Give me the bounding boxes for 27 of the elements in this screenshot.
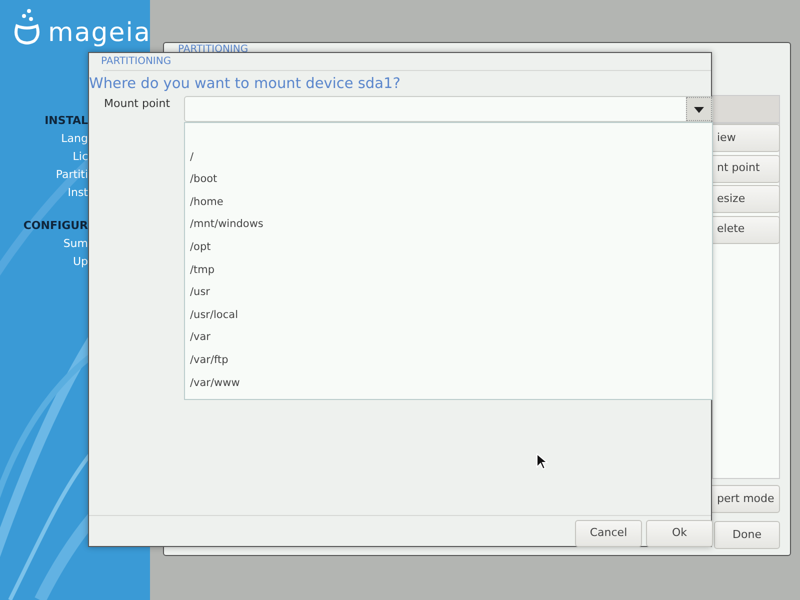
dialog-button[interactable]: Cancel [575, 520, 642, 547]
dropdown-option[interactable]: /var/ftp [185, 348, 712, 372]
dropdown-button[interactable] [686, 97, 712, 121]
dialog-title: PARTITIONING [101, 55, 172, 69]
field-label: Mount point [104, 96, 170, 112]
mouse-pointer-icon [536, 453, 548, 471]
step-item: Sum [62, 236, 88, 252]
caret-icon [694, 107, 704, 113]
step-item: Up [72, 254, 88, 270]
dropdown-option[interactable]: /tmp [185, 258, 712, 282]
logo-icon [12, 6, 42, 46]
logo-text: mageia [48, 20, 150, 46]
dropdown-option[interactable]: /usr [185, 281, 712, 304]
window-title: PARTITIONING [178, 43, 248, 57]
step-item: Partiti [54, 166, 88, 182]
dropdown-option[interactable]: /usr/local [185, 304, 712, 326]
step-item: Inst [66, 184, 88, 200]
section-heading: INSTAL [44, 113, 88, 129]
dropdown-option[interactable]: /var/www [185, 372, 712, 394]
done-button[interactable]: Done [714, 521, 780, 549]
table-header [712, 95, 780, 123]
step-item: Lang [60, 130, 88, 146]
step-item: Lic [72, 148, 88, 164]
section-heading: CONFIGUR [23, 218, 88, 234]
dialog-question: Where do you want to mount device sda1? [89, 75, 400, 94]
dropdown-option[interactable]: /var [185, 326, 712, 349]
dialog-button[interactable]: Ok [646, 520, 713, 547]
